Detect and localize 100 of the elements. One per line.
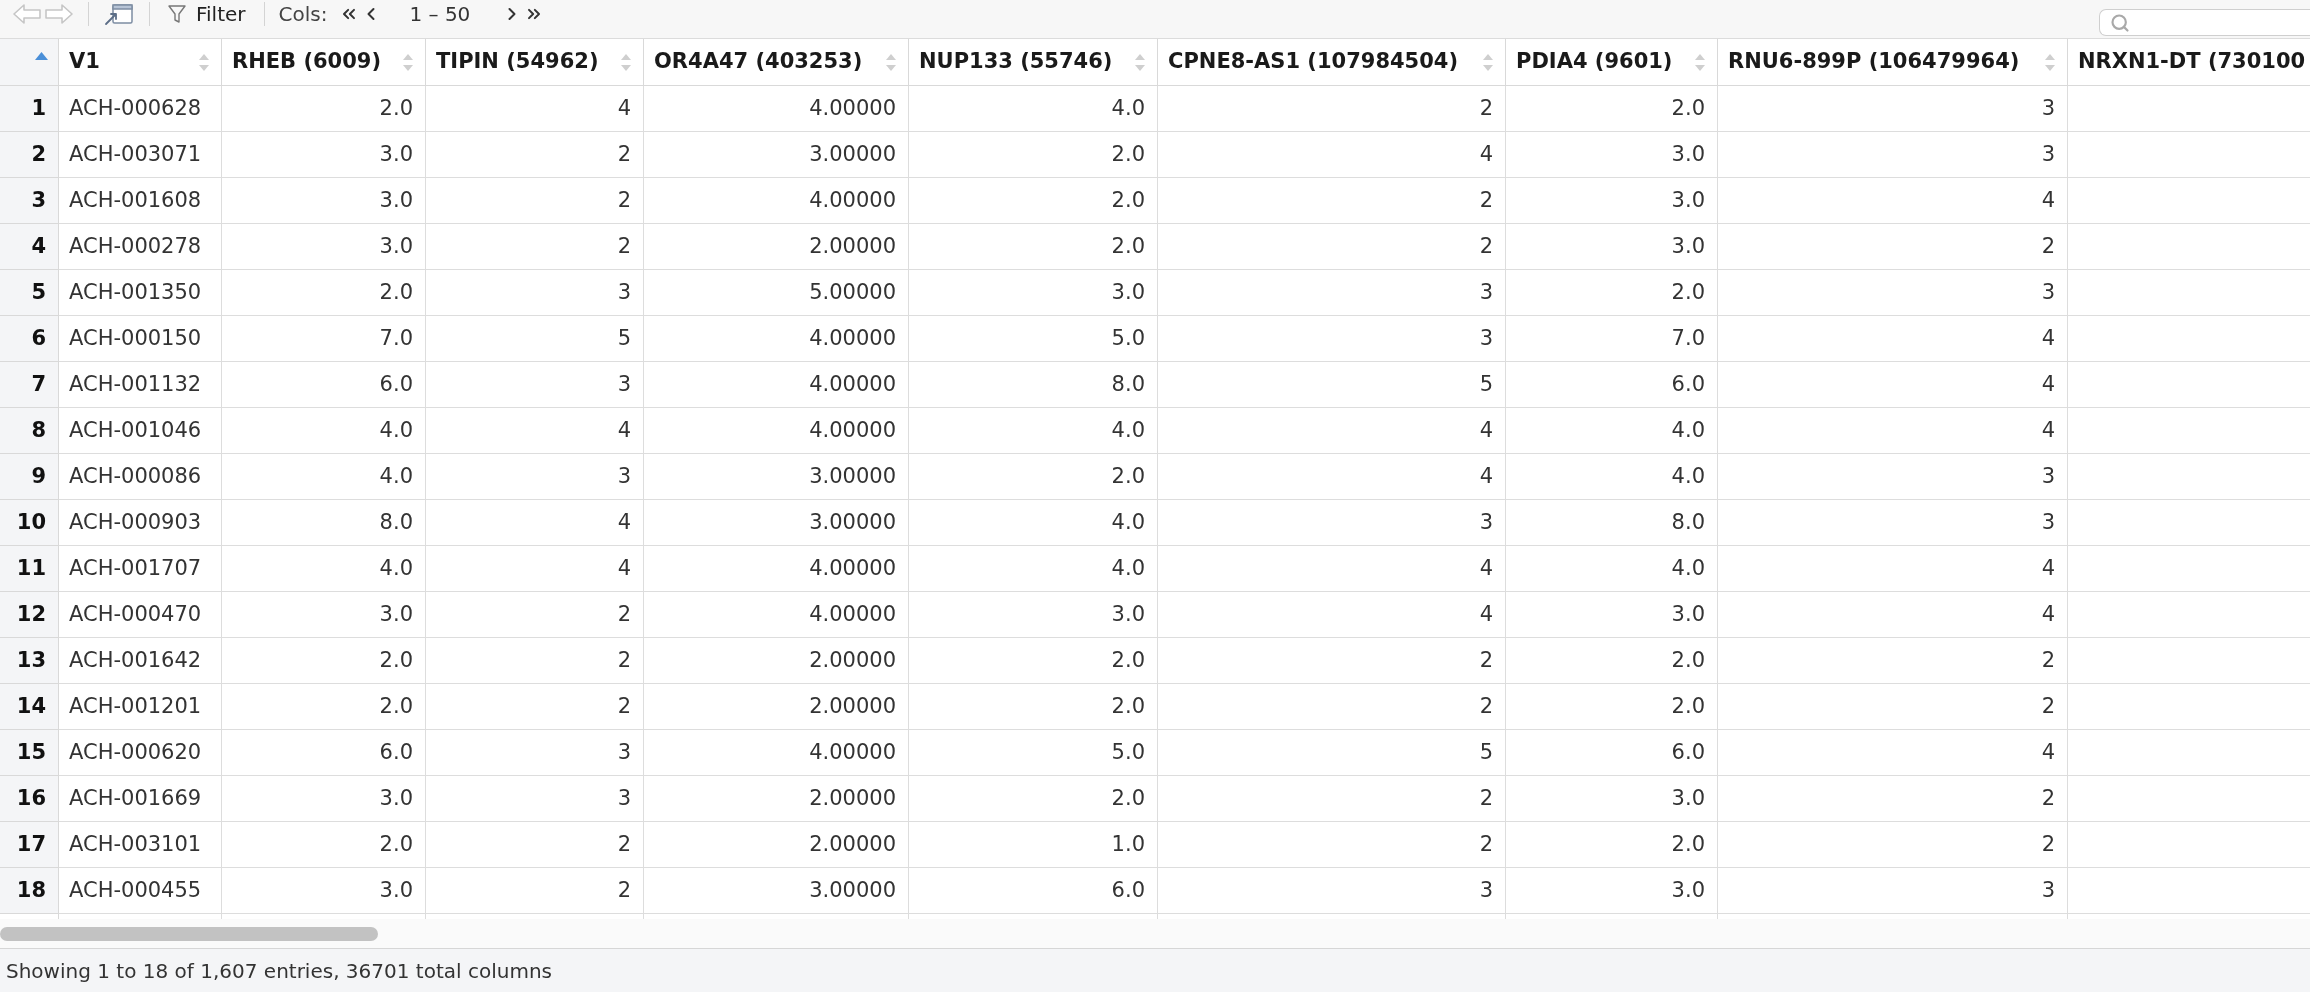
horizontal-scrollbar[interactable] [0,919,2310,948]
table-cell: 2.00000 [644,638,909,684]
table-cell: 4.00000 [644,592,909,638]
table-cell: 3.0 [1506,776,1718,822]
table-cell: 2.0 [909,454,1158,500]
column-header[interactable]: TIPIN (54962) [426,39,644,86]
row-number: 5 [0,270,59,316]
filter-button[interactable]: Filter [164,2,250,26]
table-cell: 2 [1158,178,1506,224]
table-cell: 4 [1158,546,1506,592]
row-number: 1 [0,86,59,132]
column-header[interactable]: NUP133 (55746) [909,39,1158,86]
table-cell: 4 [1718,730,2068,776]
table-cell: 4 [1158,132,1506,178]
table-cell: 2 [426,638,644,684]
table-cell: 3 [1718,454,2068,500]
table-cell: 4.00000 [644,86,909,132]
table-cell: 6.0 [1506,730,1718,776]
table-cell: 2 [426,684,644,730]
table-cell: 3 [426,776,644,822]
table-cell: 3 [1718,500,2068,546]
table-cell: ACH-000086 [59,454,222,500]
table-cell: 4.0 [909,86,1158,132]
table-cell: 3 [1718,868,2068,914]
table-cell: 2 [426,868,644,914]
table-cell: ACH-000150 [59,316,222,362]
table-cell: 2.0 [909,776,1158,822]
row-number: 4 [0,224,59,270]
scrollbar-thumb[interactable] [0,927,378,941]
column-header[interactable]: PDIA4 (9601) [1506,39,1718,86]
table-cell: 8.0 [909,362,1158,408]
row-number: 16 [0,776,59,822]
table-cell: 4.00000 [644,316,909,362]
table-cell: ACH-001669 [59,776,222,822]
table-cell: 4.0 [909,408,1158,454]
row-number: 8 [0,408,59,454]
table-cell: 3 [426,454,644,500]
table-cell: 2 [1718,638,2068,684]
table-cell: 2.00000 [644,224,909,270]
row-number: 13 [0,638,59,684]
column-header[interactable]: NRXN1-DT (730100 [2068,39,2310,86]
popout-button[interactable] [103,2,135,26]
columns-label: Cols: [278,1,328,28]
table-cell: 2.0 [909,684,1158,730]
table-cell: 2.0 [1506,638,1718,684]
search-field[interactable] [2099,9,2310,36]
table-cell: 8.0 [222,500,426,546]
table-cell: 5.0 [909,316,1158,362]
table-cell: 4.00000 [644,178,909,224]
table-cell: 6.0 [1506,362,1718,408]
table-cell: 4.0 [222,546,426,592]
table-cell: 3 [426,730,644,776]
status-text: Showing 1 to 18 of 1,607 entries, 36701 total columns [6,957,552,985]
table-cell: 3 [1718,86,2068,132]
column-header[interactable]: CPNE8-AS1 (107984504) [1158,39,1506,86]
column-header[interactable]: RNU6-899P (106479964) [1718,39,2068,86]
table-cell: ACH-000455 [59,868,222,914]
table-cell: ACH-003071 [59,132,222,178]
arrow-left-icon [13,3,41,25]
table-cell: 4 [426,500,644,546]
table-cell: 4 [426,86,644,132]
table-cell: 2.0 [1506,270,1718,316]
table-cell: 4.0 [909,500,1158,546]
row-number-header[interactable] [0,39,59,86]
table-cell: 3.0 [909,592,1158,638]
table-cell: 2.0 [909,638,1158,684]
table-cell: ACH-001350 [59,270,222,316]
table-cell: 3.0 [222,224,426,270]
table-cell: 2.0 [1506,684,1718,730]
column-range: 1 – 50 [409,1,471,28]
table-cell: ACH-001608 [59,178,222,224]
table-cell: 2.0 [222,684,426,730]
table-cell: 3 [1158,270,1506,316]
table-cell: 4 [1718,362,2068,408]
table-cell: 6.0 [222,362,426,408]
column-header[interactable]: RHEB (6009) [222,39,426,86]
table-cell: 5.0 [909,730,1158,776]
table-cell: 4 [1158,408,1506,454]
row-number: 7 [0,362,59,408]
table-cell: 2 [1718,684,2068,730]
table-cell: 4.0 [1506,546,1718,592]
table-cell: 3.00000 [644,132,909,178]
table-cell: 2.00000 [644,776,909,822]
column-header[interactable]: V1 [59,39,222,86]
table-cell: 2 [1718,224,2068,270]
table-cell: 4.0 [1506,454,1718,500]
table-cell: 5 [1158,362,1506,408]
table-cell: 2.0 [909,224,1158,270]
table-cell: ACH-000903 [59,500,222,546]
table-cell: 7.0 [222,316,426,362]
table-cell: 2 [1158,684,1506,730]
column-header[interactable]: OR4A47 (403253) [644,39,909,86]
table-cell: 2 [1158,224,1506,270]
row-number: 12 [0,592,59,638]
table-cell: ACH-000278 [59,224,222,270]
row-number: 10 [0,500,59,546]
table-cell: 2.0 [909,178,1158,224]
table-cell: 3 [1158,316,1506,362]
table-cell: 1.0 [909,822,1158,868]
table-cell: 2 [1158,638,1506,684]
